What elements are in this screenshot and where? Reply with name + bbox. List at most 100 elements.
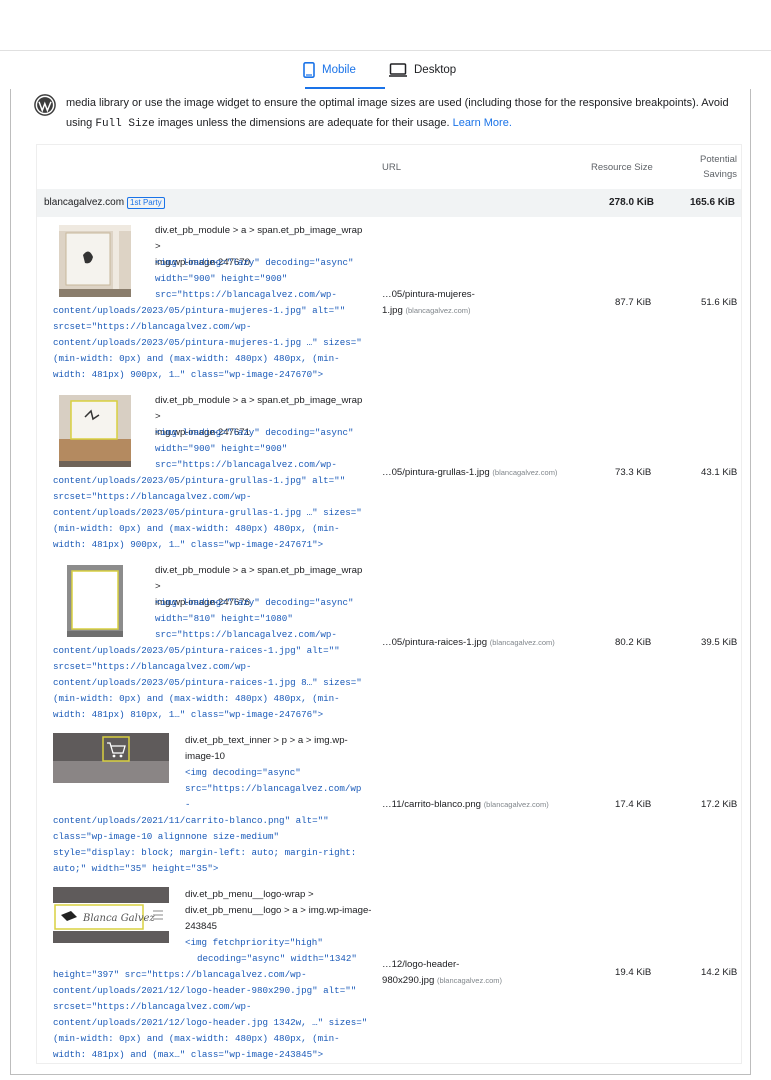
resource-size: 19.4 KiB xyxy=(615,967,652,978)
learn-more-link[interactable]: Learn More. xyxy=(453,117,512,129)
snippet-line: (min-width: 0px) and (max-width: 480px) … xyxy=(53,1033,340,1044)
description-line-2: using Full Size images unless the dimens… xyxy=(66,117,512,130)
resource-size: 17.4 KiB xyxy=(615,799,652,810)
snippet-line: (min-width: 0px) and (max-width: 480px) … xyxy=(53,523,340,534)
node-snippet-cont: content/uploads/2023/05/pintura-grullas-… xyxy=(53,473,362,553)
node-selector: div.et_pb_text_inner > p > a > img.wp-im… xyxy=(185,733,395,765)
snippet-line: class="wp-image-10 alignnone size-medium… xyxy=(53,831,280,842)
table-row[interactable]: div.et_pb_module > a > span.et_pb_image_… xyxy=(37,387,741,557)
full-size-code: Full Size xyxy=(95,118,155,130)
node-selector: div.et_pb_menu__logo-wrap > div.et_pb_men… xyxy=(185,887,395,935)
snippet-line: <img decoding="async" xyxy=(185,767,301,778)
url-text: …11/carrito-blanco.png xyxy=(382,799,482,810)
url-host: (blancagalvez.com) xyxy=(405,306,471,315)
snippet-line: src="https://blancagalvez.com/wp- xyxy=(155,289,337,300)
potential-savings: 14.2 KiB xyxy=(701,967,738,978)
table-row[interactable]: div.et_pb_text_inner > p > a > img.wp-im… xyxy=(37,727,741,881)
url-host: (blancagalvez.com) xyxy=(489,638,555,647)
tab-mobile-label: Mobile xyxy=(322,64,356,76)
potential-savings-header: Potential Savings xyxy=(697,145,737,189)
node-snippet: <img loading="lazy" decoding="async" widt… xyxy=(155,425,353,473)
resource-size: 80.2 KiB xyxy=(615,637,652,648)
snippet-line: auto;" width="35" height="35"> xyxy=(53,863,219,874)
thumbnail-carrito-blanco xyxy=(53,733,169,783)
snippet-line: srcset="https://blancagalvez.com/wp- xyxy=(53,1001,252,1012)
device-tabs: Mobile Desktop xyxy=(0,51,771,89)
potential-savings: 17.2 KiB xyxy=(701,799,738,810)
description-line-1: media library or use the image widget to… xyxy=(66,97,729,109)
smartphone-icon xyxy=(303,62,315,78)
node-snippet: <img decoding="async" src="https://blanca… xyxy=(185,765,361,813)
snippet-line: srcset="https://blancagalvez.com/wp- xyxy=(53,321,252,332)
resource-url[interactable]: …05/pintura-mujeres- 1.jpg (blancagalvez.… xyxy=(382,287,475,319)
tab-mobile[interactable]: Mobile xyxy=(303,51,356,89)
tab-desktop[interactable]: Desktop xyxy=(389,51,456,89)
snippet-line: width="810" height="1080" xyxy=(155,613,293,624)
snippet-line: (min-width: 0px) and (max-width: 480px) … xyxy=(53,353,340,364)
thumbnail-pintura-grullas xyxy=(59,395,131,467)
node-snippet-cont: content/uploads/2023/05/pintura-mujeres-… xyxy=(53,303,362,383)
resource-size: 87.7 KiB xyxy=(615,297,652,308)
table-row[interactable]: div.et_pb_module > a > span.et_pb_image_… xyxy=(37,557,741,727)
snippet-line: height="397" src="https://blancagalvez.c… xyxy=(53,969,307,980)
snippet-line: src="https://blancagalvez.com/wp- xyxy=(155,459,337,470)
snippet-line: decoding="async" width="1342" xyxy=(197,953,357,964)
snippet-line: <img loading="lazy" decoding="async" xyxy=(155,597,354,608)
snippet-line: src="https://blancagalvez.com/wp- xyxy=(155,629,337,640)
url-text: …05/pintura-mujeres- xyxy=(382,289,475,300)
description-text-post: images unless the dimensions are adequat… xyxy=(154,117,453,129)
node-snippet: <img loading="lazy" decoding="async" widt… xyxy=(155,595,353,643)
table-row[interactable]: div.et_pb_module > a > span.et_pb_image_… xyxy=(37,217,741,387)
node-snippet-cont: content/uploads/2023/05/pintura-raices-1… xyxy=(53,643,362,723)
desktop-icon xyxy=(389,63,407,77)
url-text: …05/pintura-raices-1.jpg xyxy=(382,637,488,648)
table-row[interactable]: Blanca Galvez div.et_pb_menu__logo-wrap … xyxy=(37,881,741,1061)
group-savings: 165.6 KiB xyxy=(690,197,736,208)
url-text: …12/logo-header- xyxy=(382,959,460,970)
group-entity: blancagalvez.com 1st Party xyxy=(44,197,165,209)
savings-label: Savings xyxy=(703,169,737,180)
resource-url[interactable]: …05/pintura-raices-1.jpg (blancagalvez.c… xyxy=(382,635,555,651)
snippet-line: width="900" height="900" xyxy=(155,273,288,284)
resource-url[interactable]: …05/pintura-grullas-1.jpg (blancagalvez.… xyxy=(382,465,557,481)
snippet-line: <img fetchpriority="high" xyxy=(185,937,323,948)
tab-desktop-label: Desktop xyxy=(414,64,457,76)
url-text: 1.jpg xyxy=(382,305,403,316)
thumbnail-pintura-mujeres xyxy=(59,225,131,297)
url-text: …05/pintura-grullas-1.jpg xyxy=(382,467,490,478)
snippet-line: content/uploads/2021/12/logo-header-980x… xyxy=(53,985,357,996)
potential-savings: 43.1 KiB xyxy=(701,467,738,478)
group-row: blancagalvez.com 1st Party 278.0 KiB 165.… xyxy=(37,189,741,217)
selector-line: div.et_pb_module > a > span.et_pb_image_… xyxy=(155,565,363,592)
selector-line: div.et_pb_text_inner > p > a > img.wp- xyxy=(185,735,348,746)
snippet-line: content/uploads/2023/05/pintura-grullas-… xyxy=(53,507,362,518)
snippet-line: content/uploads/2021/11/carrito-blanco.p… xyxy=(53,815,329,826)
snippet-line: src="https://blancagalvez.com/wp xyxy=(185,783,362,794)
selector-line: div.et_pb_module > a > span.et_pb_image_… xyxy=(155,225,363,252)
snippet-line: content/uploads/2023/05/pintura-mujeres-… xyxy=(53,305,346,316)
snippet-line: width: 481px) 900px, 1…" class="wp-image… xyxy=(53,369,324,380)
entity-name: blancagalvez.com xyxy=(44,197,125,208)
selector-line: 243845 xyxy=(185,921,218,932)
snippet-line: <img loading="lazy" decoding="async" xyxy=(155,257,354,268)
node-snippet: <img fetchpriority="high" decoding="async… xyxy=(185,935,357,967)
description-text: using xyxy=(66,117,96,129)
resource-url[interactable]: …12/logo-header- 980x290.jpg (blancagalve… xyxy=(382,957,502,989)
resources-table: URL Resource Size Potential Savings blan… xyxy=(36,144,742,1064)
resource-url[interactable]: …11/carrito-blanco.png (blancagalvez.com… xyxy=(382,797,549,813)
thumbnail-pintura-raices xyxy=(67,565,123,637)
snippet-line: - xyxy=(185,799,191,810)
potential-savings: 51.6 KiB xyxy=(701,297,738,308)
snippet-line: content/uploads/2023/05/pintura-raices-1… xyxy=(53,645,340,656)
url-host: (blancagalvez.com) xyxy=(492,468,558,477)
snippet-line: width="900" height="900" xyxy=(155,443,288,454)
selector-line: div.et_pb_menu__logo-wrap > xyxy=(185,889,314,900)
url-header: URL xyxy=(382,161,402,173)
selector-line: image-10 xyxy=(185,751,225,762)
selector-line: div.et_pb_menu__logo > a > img.wp-image- xyxy=(185,905,372,916)
selector-line: div.et_pb_module > a > span.et_pb_image_… xyxy=(155,395,363,422)
group-resource-size: 278.0 KiB xyxy=(609,197,655,208)
snippet-line: width: 481px) and (max…" class="wp-image… xyxy=(53,1049,324,1060)
first-party-badge: 1st Party xyxy=(127,197,165,209)
url-host: (blancagalvez.com) xyxy=(436,976,502,985)
